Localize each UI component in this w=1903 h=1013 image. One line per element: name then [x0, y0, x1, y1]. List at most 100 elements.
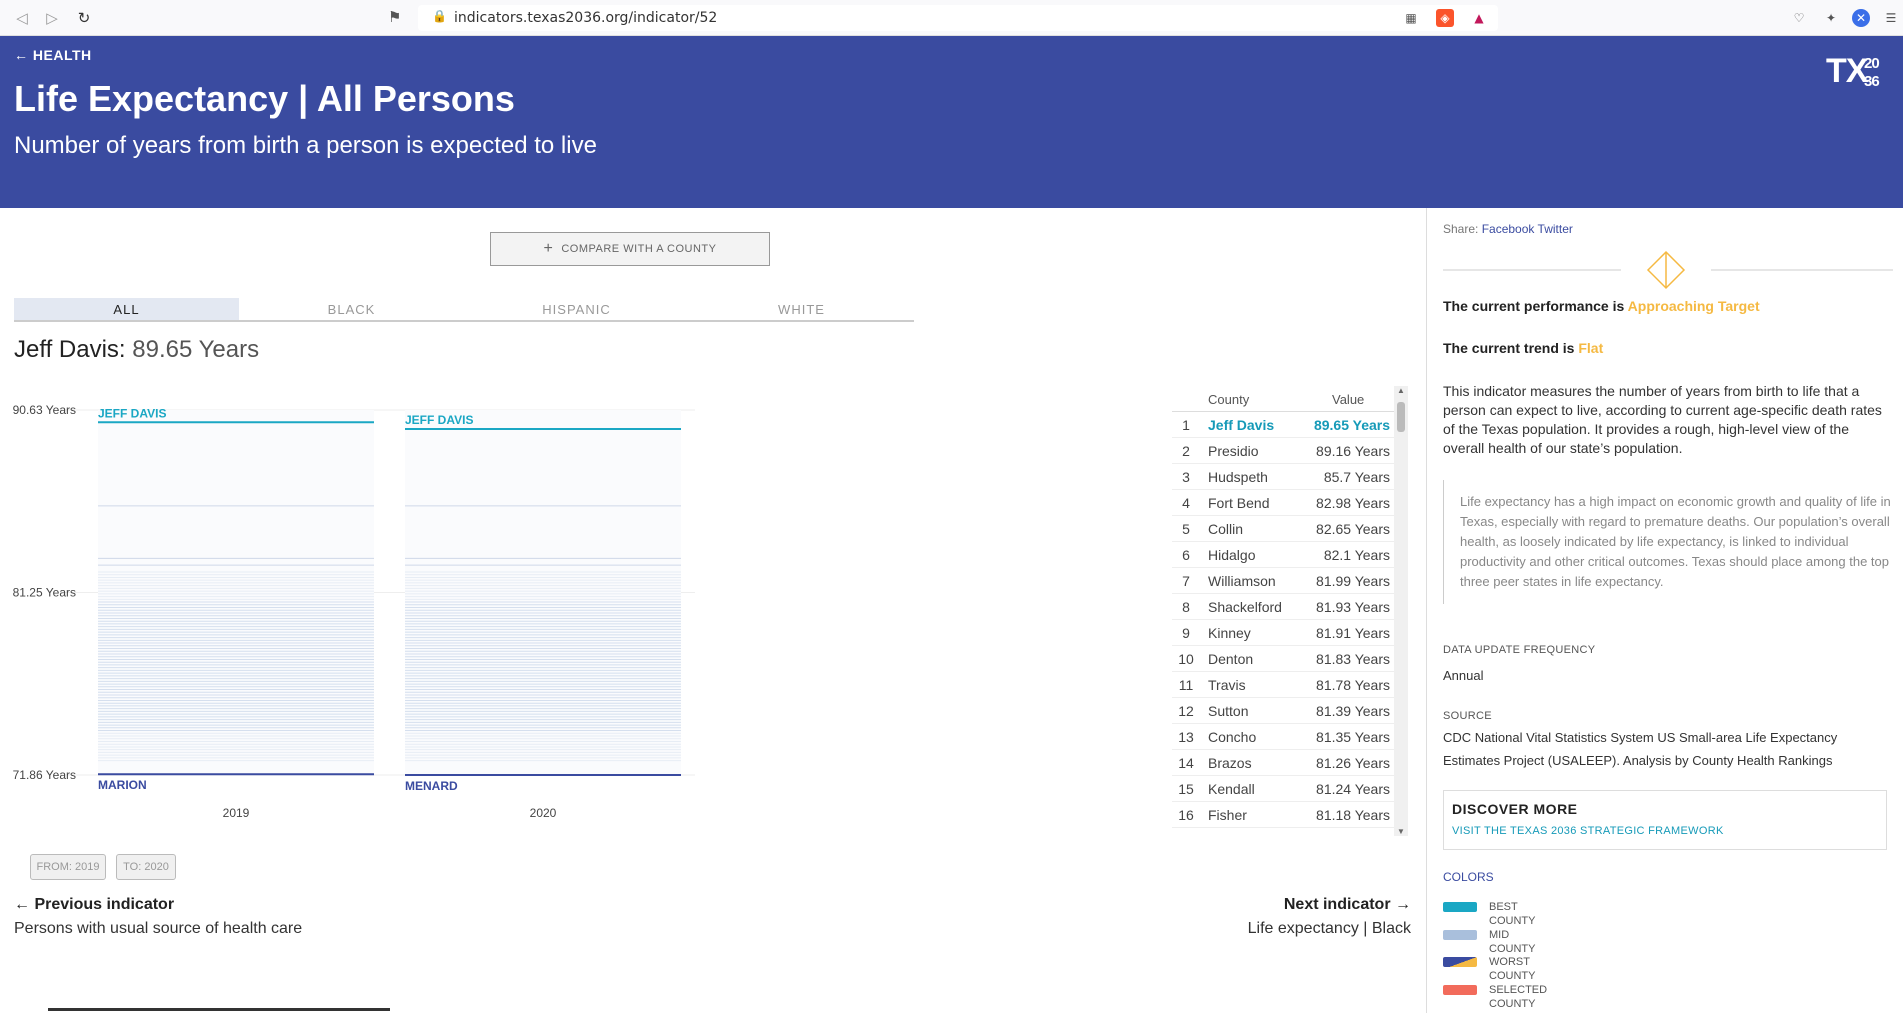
table-row[interactable]: 8 Shackelford 81.93 Years	[1172, 594, 1394, 620]
table-row[interactable]: 13 Concho 81.35 Years	[1172, 724, 1394, 750]
address-bar[interactable]: 🔒 indicators.texas2036.org/indicator/52 …	[418, 5, 1498, 31]
table-row[interactable]: 10 Denton 81.83 Years	[1172, 646, 1394, 672]
qr-code-icon[interactable]: ▦	[1402, 9, 1420, 27]
table-row[interactable]: 4 Fort Bend 82.98 Years	[1172, 490, 1394, 516]
performance-indicator-graphic	[1443, 250, 1893, 290]
scroll-thumb[interactable]	[1397, 402, 1405, 432]
texas2036-logo[interactable]: TX 20 36	[1826, 48, 1886, 92]
table-header: County Value	[1172, 386, 1394, 412]
row-rank: 12	[1178, 703, 1194, 719]
row-value: 81.24 Years	[1316, 781, 1390, 797]
row-county: Travis	[1208, 677, 1246, 693]
worst-county-label: MARION	[98, 778, 147, 792]
table-row[interactable]: 16 Fisher 81.18 Years	[1172, 802, 1394, 828]
previous-indicator-name[interactable]: Persons with usual source of health care	[14, 920, 302, 938]
reload-icon[interactable]: ↻	[74, 8, 94, 28]
row-rank: 7	[1182, 573, 1190, 589]
trend-prefix: The current trend is	[1443, 340, 1579, 356]
row-county: Concho	[1208, 729, 1257, 745]
y-tick-label: 71.86 Years	[13, 768, 76, 782]
table-row[interactable]: 9 Kinney 81.91 Years	[1172, 620, 1394, 646]
row-county: Hudspeth	[1208, 469, 1268, 485]
row-county: Fort Bend	[1208, 495, 1270, 511]
column-header-value[interactable]: Value	[1332, 392, 1364, 407]
row-value: 81.18 Years	[1316, 807, 1390, 823]
row-county: Denton	[1208, 651, 1254, 667]
previous-indicator-label[interactable]: ← Previous indicator	[14, 896, 174, 914]
page-subtitle: Number of years from birth a person is e…	[14, 132, 597, 159]
selected-county-value: Jeff Davis: 89.65 Years	[14, 336, 259, 364]
source-label: SOURCE	[1443, 710, 1492, 722]
x-axis-label: 2020	[530, 806, 557, 820]
back-to-health-link[interactable]: ← HEALTH	[14, 47, 92, 63]
pocket-icon[interactable]: ♡	[1790, 9, 1808, 27]
row-value: 81.91 Years	[1316, 625, 1390, 641]
y-tick-label: 90.63 Years	[13, 403, 76, 417]
best-county-label: JEFF DAVIS	[405, 413, 473, 427]
row-rank: 8	[1182, 599, 1190, 615]
trend-status: The current trend is Flat	[1443, 340, 1603, 356]
selected-county-swatch	[1443, 985, 1477, 995]
next-indicator-name[interactable]: Life expectancy | Black	[1248, 920, 1411, 938]
indicator-quote: Life expectancy has a high impact on eco…	[1443, 480, 1893, 604]
row-value: 81.99 Years	[1316, 573, 1390, 589]
table-row[interactable]: 15 Kendall 81.24 Years	[1172, 776, 1394, 802]
row-value: 81.83 Years	[1316, 651, 1390, 667]
scroll-down-icon[interactable]: ▼	[1397, 827, 1405, 836]
table-row[interactable]: 11 Travis 81.78 Years	[1172, 672, 1394, 698]
life-expectancy-chart: 90.63 Years 81.25 Years 71.86 Years JEFF DA…	[13, 403, 695, 820]
row-value: 82.1 Years	[1323, 547, 1390, 563]
row-county: Fisher	[1208, 807, 1247, 823]
table-row[interactable]: 14 Brazos 81.26 Years	[1172, 750, 1394, 776]
facebook-share-link[interactable]: Facebook	[1482, 222, 1535, 236]
table-row[interactable]: 2 Presidio 89.16 Years	[1172, 438, 1394, 464]
twitter-share-link[interactable]: Twitter	[1538, 222, 1573, 236]
tab-black[interactable]: BLACK	[239, 298, 464, 320]
selected-county-name: Jeff Davis:	[14, 336, 126, 363]
page-header: ← HEALTH Life Expectancy | All Persons N…	[0, 36, 1903, 208]
row-county: Jeff Davis	[1208, 417, 1275, 433]
mid-county-swatch	[1443, 930, 1477, 940]
table-scrollbar[interactable]: ▲ ▼	[1394, 386, 1408, 836]
row-county: Presidio	[1208, 443, 1259, 459]
page-title: Life Expectancy | All Persons	[14, 78, 515, 119]
row-county: Hidalgo	[1208, 547, 1256, 563]
profile-icon[interactable]: ✕	[1852, 9, 1870, 27]
tab-all[interactable]: ALL	[14, 298, 239, 320]
row-value: 81.78 Years	[1316, 677, 1390, 693]
row-rank: 5	[1182, 521, 1190, 537]
brave-shield-icon[interactable]: ◈	[1436, 9, 1454, 27]
forward-arrow-icon[interactable]: ▷	[42, 8, 62, 28]
y-tick-label: 81.25 Years	[13, 586, 76, 600]
colors-title: COLORS	[1443, 870, 1494, 884]
next-indicator-label[interactable]: Next indicator →	[1284, 896, 1411, 914]
range-to-button[interactable]: TO: 2020	[116, 854, 176, 880]
county-ranking-table: County Value 1 Jeff Davis 89.65 Years 2 Pres…	[1172, 386, 1408, 836]
row-rank: 13	[1178, 729, 1194, 745]
extensions-icon[interactable]: ✦	[1822, 9, 1840, 27]
tab-white[interactable]: WHITE	[689, 298, 914, 320]
brave-rewards-icon[interactable]: ▲	[1470, 9, 1488, 27]
table-row[interactable]: 1 Jeff Davis 89.65 Years	[1172, 412, 1394, 438]
tab-hispanic[interactable]: HISPANIC	[464, 298, 689, 320]
legend-label: SELECTED COUNTY	[1489, 984, 1548, 1010]
bookmark-icon[interactable]: ⚑	[388, 8, 401, 26]
table-row[interactable]: 12 Sutton 81.39 Years	[1172, 698, 1394, 724]
scroll-up-icon[interactable]: ▲	[1397, 386, 1405, 395]
selected-county-number: 89.65 Years	[132, 336, 260, 363]
menu-icon[interactable]: ☰	[1882, 9, 1900, 27]
compare-county-button[interactable]: + COMPARE WITH A COUNTY	[490, 232, 770, 266]
row-rank: 6	[1182, 547, 1190, 563]
range-from-button[interactable]: FROM: 2019	[30, 854, 106, 880]
worst-county-swatch	[1443, 957, 1477, 967]
table-row[interactable]: 6 Hidalgo 82.1 Years	[1172, 542, 1394, 568]
table-row[interactable]: 5 Collin 82.65 Years	[1172, 516, 1394, 542]
table-row[interactable]: 7 Williamson 81.99 Years	[1172, 568, 1394, 594]
back-arrow-icon[interactable]: ◁	[12, 8, 32, 28]
legend-label: BEST COUNTY	[1489, 901, 1536, 927]
column-header-county[interactable]: County	[1208, 392, 1249, 407]
strategic-framework-link[interactable]: VISIT THE TEXAS 2036 STRATEGIC FRAMEWORK	[1452, 825, 1724, 837]
legend-label: MID COUNTY	[1489, 929, 1536, 955]
table-row[interactable]: 3 Hudspeth 85.7 Years	[1172, 464, 1394, 490]
row-value: 89.65 Years	[1313, 417, 1390, 433]
